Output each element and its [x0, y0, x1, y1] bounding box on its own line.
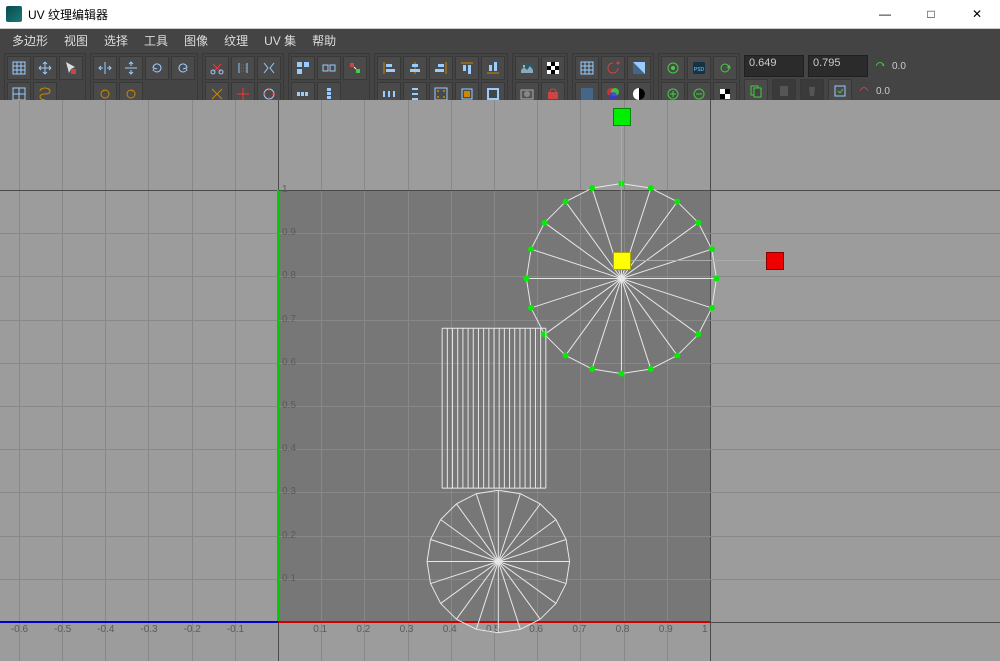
grid-y-label: 0.5: [282, 400, 296, 411]
match-icon[interactable]: [343, 56, 367, 80]
minimize-button[interactable]: —: [862, 0, 908, 28]
grid-y-label: 0.8: [282, 270, 296, 281]
v-axis-neg: [277, 406, 279, 622]
menu-help[interactable]: 帮助: [304, 30, 344, 51]
sew-icon[interactable]: [231, 56, 255, 80]
uv-canvas[interactable]: -0.6 -0.5 -0.4 -0.3 -0.2 -0.1 0.1 0.2 0.3 0.4 0.5 0…: [0, 100, 1000, 661]
split-icon[interactable]: [257, 56, 281, 80]
menu-polygon[interactable]: 多边形: [4, 30, 56, 51]
zero2-label: 0.0: [876, 86, 890, 97]
grid-y-label: 0.1: [282, 573, 296, 584]
image-icon[interactable]: [515, 56, 539, 80]
cursor-tool-icon[interactable]: [59, 56, 83, 80]
v-axis: [277, 190, 279, 406]
isolate-icon[interactable]: [661, 56, 685, 80]
window-title: UV 纹理编辑器: [28, 6, 862, 23]
menu-bar: 多边形 视图 选择 工具 图像 纹理 UV 集 帮助: [0, 29, 1000, 51]
zero-label: 0.0: [892, 61, 906, 72]
pixel-snap-icon[interactable]: [601, 56, 625, 80]
u-axis-pos: [278, 621, 710, 623]
align-bottom-icon[interactable]: [481, 56, 505, 80]
grid-x-label: -0.5: [54, 624, 71, 635]
menu-tools[interactable]: 工具: [136, 30, 176, 51]
grid-x-label: 0.1: [313, 624, 327, 635]
shade-icon[interactable]: [627, 56, 651, 80]
grid-y-label: 0.7: [282, 314, 296, 325]
grid-y-label: 0.4: [282, 443, 296, 454]
grid-x-label: -0.6: [11, 624, 28, 635]
maximize-button[interactable]: □: [908, 0, 954, 28]
layout-icon[interactable]: [291, 56, 315, 80]
rot-ccw-icon[interactable]: [145, 56, 169, 80]
grid-x-label: 1: [702, 624, 708, 635]
menu-uvset[interactable]: UV 集: [256, 30, 304, 51]
grid-x-label: -0.3: [140, 624, 157, 635]
align-left-icon[interactable]: [377, 56, 401, 80]
align-right-icon[interactable]: [429, 56, 453, 80]
manip-center-handle[interactable]: [613, 252, 631, 270]
manip-y-handle[interactable]: [613, 108, 631, 126]
app-icon: [6, 6, 22, 22]
cut-icon[interactable]: [205, 56, 229, 80]
grid-x-label: -0.4: [97, 624, 114, 635]
grid-y-label: 0.2: [282, 530, 296, 541]
move-tool-icon[interactable]: [33, 56, 57, 80]
grid-x-label: 0.7: [572, 624, 586, 635]
svg-text:PSD: PSD: [694, 67, 705, 73]
manip-x-axis[interactable]: [621, 260, 781, 261]
align-center-icon[interactable]: [403, 56, 427, 80]
snap-together-icon[interactable]: [317, 56, 341, 80]
refresh2-icon[interactable]: [856, 83, 872, 99]
grid-x-label: -0.2: [184, 624, 201, 635]
v-value[interactable]: 0.795: [808, 55, 868, 77]
grid-y-label: 0.3: [282, 486, 296, 497]
grid-x-label: -0.1: [227, 624, 244, 635]
align-top-icon[interactable]: [455, 56, 479, 80]
menu-select[interactable]: 选择: [96, 30, 136, 51]
lattice-tool-icon[interactable]: [7, 56, 31, 80]
u-value[interactable]: 0.649: [744, 55, 804, 77]
menu-image[interactable]: 图像: [176, 30, 216, 51]
grid-toggle-icon[interactable]: [575, 56, 599, 80]
grid-x-label: 0.2: [356, 624, 370, 635]
grid-x-label: 0.3: [400, 624, 414, 635]
manip-x-handle[interactable]: [766, 252, 784, 270]
grid-y-label: 0.9: [282, 227, 296, 238]
grid-y-label: 0.6: [282, 357, 296, 368]
grid-x-label: 0.4: [443, 624, 457, 635]
u-axis: [0, 621, 278, 623]
manip-y-axis[interactable]: [621, 110, 622, 260]
grid-y-label: 1: [282, 184, 288, 195]
close-button[interactable]: ✕: [954, 0, 1000, 28]
grid-x-label: 0.5: [486, 624, 500, 635]
rot-cw-icon[interactable]: [171, 56, 195, 80]
grid-x-label: 0.8: [616, 624, 630, 635]
flip-h-icon[interactable]: [93, 56, 117, 80]
grid-x-label: 0.9: [659, 624, 673, 635]
refresh-coord-icon[interactable]: [872, 58, 888, 74]
flip-v-icon[interactable]: [119, 56, 143, 80]
checker-icon[interactable]: [541, 56, 565, 80]
psd-icon[interactable]: PSD: [687, 56, 711, 80]
menu-view[interactable]: 视图: [56, 30, 96, 51]
refresh-icon[interactable]: [713, 56, 737, 80]
window-titlebar: UV 纹理编辑器 — □ ✕: [0, 0, 1000, 29]
menu-texture[interactable]: 纹理: [216, 30, 256, 51]
grid-x-label: 0.6: [529, 624, 543, 635]
